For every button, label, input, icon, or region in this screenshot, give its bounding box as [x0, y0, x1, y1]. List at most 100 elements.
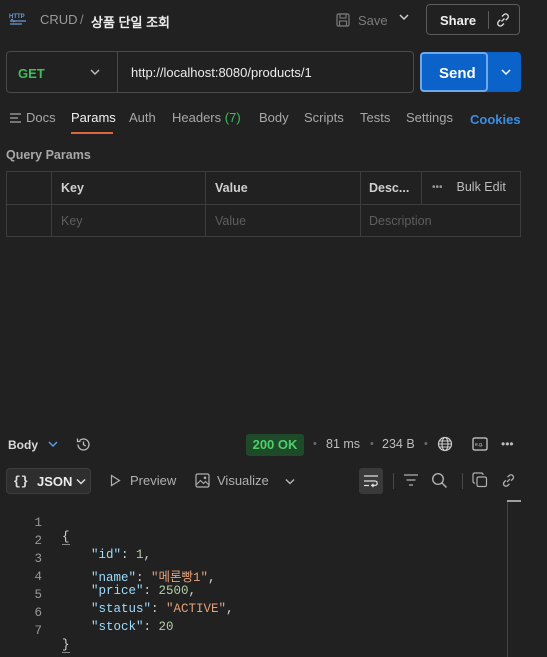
more-icon: •••	[432, 181, 443, 193]
top-bar: HTTP CRUD / 상품 단일 조회 Save Share	[0, 0, 547, 40]
separator-dot: •	[424, 438, 428, 450]
divider	[421, 172, 422, 204]
chevron-down-icon	[76, 478, 86, 485]
scrollbar-track[interactable]	[507, 500, 508, 657]
response-size: 234 B	[382, 437, 415, 451]
separator-dot: •	[313, 438, 317, 450]
visualize-button[interactable]: Visualize	[195, 473, 269, 488]
save-icon	[336, 13, 350, 27]
tab-headers[interactable]: Headers (7)	[172, 110, 241, 125]
tab-docs[interactable]: Docs	[10, 110, 56, 125]
code-line: 7 }	[0, 610, 500, 653]
visualize-label: Visualize	[217, 473, 269, 488]
breadcrumb-separator: /	[80, 12, 84, 27]
wrap-lines-icon	[364, 475, 378, 488]
request-url-bar: GET http://localhost:8080/products/1	[6, 51, 414, 93]
url-input[interactable]: http://localhost:8080/products/1	[131, 65, 312, 80]
share-button[interactable]: Share	[426, 4, 520, 35]
response-bar: Body 200 OK • 81 ms • 234 B • e.g. •••	[0, 433, 547, 457]
share-label: Share	[440, 13, 477, 28]
code-line: 6 "stock": 20	[0, 592, 500, 634]
preview-label: Preview	[130, 473, 177, 488]
link-icon[interactable]	[500, 472, 517, 489]
divider	[117, 52, 118, 92]
code-line: 5 "status": "ACTIVE",	[0, 574, 500, 616]
svg-text:HTTP: HTTP	[9, 14, 25, 20]
column-header-description: Desc...	[369, 181, 410, 195]
more-icon[interactable]: •••	[501, 437, 514, 451]
status-badge: 200 OK	[246, 434, 304, 456]
code-line: 4 "price": 2500,	[0, 556, 500, 598]
divider	[7, 204, 520, 205]
code-line: 3 "name": "메론빵1",	[0, 538, 500, 585]
method-select[interactable]: GET	[18, 66, 45, 81]
scrollbar-thumb[interactable]	[507, 500, 521, 502]
response-format-toolbar: {} JSON Preview Visualize	[0, 467, 547, 495]
bulk-edit-label: Bulk Edit	[456, 180, 506, 194]
column-header-key: Key	[61, 181, 84, 195]
tab-settings[interactable]: Settings	[406, 110, 453, 125]
bulk-edit-button[interactable]: ••• Bulk Edit	[432, 180, 506, 194]
divider	[462, 473, 463, 489]
description-input[interactable]: Description	[369, 214, 432, 228]
save-response-icon[interactable]: e.g.	[472, 437, 488, 451]
search-icon[interactable]	[431, 472, 448, 489]
tab-body[interactable]: Body	[259, 110, 289, 125]
cookies-link[interactable]: Cookies	[470, 112, 521, 127]
divider	[488, 11, 489, 29]
divider	[205, 172, 206, 236]
code-line: 1 {	[0, 502, 500, 545]
preview-button[interactable]: Preview	[110, 473, 176, 488]
divider	[360, 172, 361, 236]
chevron-down-icon[interactable]	[89, 68, 101, 76]
format-label: JSON	[37, 474, 73, 489]
divider	[393, 473, 394, 489]
response-body-viewer[interactable]: 1 { 2 "id": 1, 3 "name": "메론빵1", 4 "pric…	[0, 500, 547, 657]
tab-tests[interactable]: Tests	[360, 110, 390, 125]
tab-auth[interactable]: Auth	[129, 110, 156, 125]
play-icon	[110, 474, 121, 487]
request-tabs: Docs Params Auth Headers (7) Body Script…	[0, 108, 547, 136]
json-braces-icon: {}	[13, 474, 29, 489]
docs-icon	[10, 112, 21, 123]
code-text: }	[62, 638, 70, 653]
column-header-value: Value	[215, 181, 248, 195]
format-select[interactable]: {} JSON	[6, 468, 91, 494]
svg-text:e.g.: e.g.	[475, 442, 483, 448]
active-tab-indicator	[71, 132, 113, 134]
key-input[interactable]: Key	[61, 214, 83, 228]
history-icon[interactable]	[75, 436, 92, 453]
query-params-title: Query Params	[6, 148, 91, 162]
separator-dot: •	[370, 438, 374, 450]
copy-icon[interactable]	[472, 472, 488, 488]
line-number: 7	[34, 624, 42, 638]
send-button[interactable]: Send	[420, 52, 488, 92]
save-label: Save	[358, 12, 388, 28]
http-request-icon: HTTP	[9, 14, 26, 25]
wrap-lines-button[interactable]	[359, 468, 383, 494]
response-time: 81 ms	[326, 437, 361, 451]
divider	[51, 172, 52, 236]
link-icon[interactable]	[494, 11, 512, 29]
chevron-down-icon[interactable]	[284, 478, 296, 486]
send-label: Send	[439, 65, 476, 82]
filter-icon[interactable]	[403, 473, 419, 487]
query-params-table: Key Value Desc... ••• Bulk Edit Key Valu…	[6, 171, 521, 237]
tab-params[interactable]: Params	[71, 110, 116, 125]
save-button[interactable]: Save	[336, 8, 390, 32]
response-body-label[interactable]: Body	[8, 438, 38, 452]
headers-count: (7)	[224, 110, 241, 125]
chevron-down-icon[interactable]	[398, 13, 410, 21]
breadcrumb-collection[interactable]: CRUD	[40, 12, 78, 27]
code-line: 2 "id": 1,	[0, 520, 500, 562]
tab-docs-label: Docs	[26, 110, 56, 125]
tab-scripts[interactable]: Scripts	[304, 110, 344, 125]
chevron-down-icon[interactable]	[47, 440, 59, 448]
send-button-group: Send	[420, 52, 521, 92]
request-title[interactable]: 상품 단일 조회	[91, 12, 170, 31]
image-icon	[195, 473, 210, 488]
tab-headers-label: Headers	[172, 110, 222, 125]
value-input[interactable]: Value	[215, 214, 246, 228]
chevron-down-icon[interactable]	[500, 68, 512, 76]
globe-icon[interactable]	[437, 436, 453, 452]
